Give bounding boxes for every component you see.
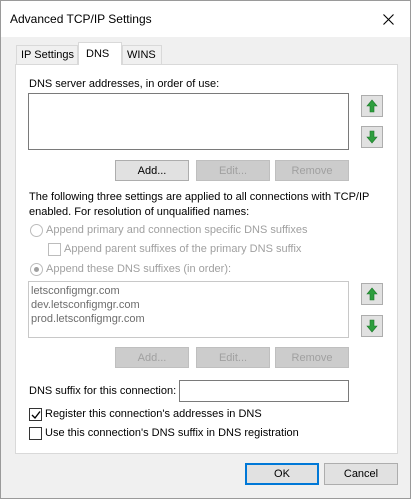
dns-suffix-move-down-button[interactable] — [361, 315, 383, 337]
dns-suffix-list[interactable]: letsconfigmgr.com dev.letsconfigmgr.com … — [28, 281, 349, 338]
advanced-tcpip-dialog: Advanced TCP/IP Settings IP Settings DNS… — [0, 0, 411, 499]
connection-suffix-input[interactable] — [179, 380, 349, 402]
close-icon — [382, 13, 394, 25]
dns-server-edit-button[interactable]: Edit... — [196, 160, 270, 181]
connection-suffix-label: DNS suffix for this connection: — [29, 385, 177, 397]
dns-suffix-remove-button[interactable]: Remove — [275, 347, 349, 368]
dns-server-move-down-button[interactable] — [361, 126, 383, 148]
arrow-down-icon — [366, 130, 378, 144]
arrow-up-icon — [366, 287, 378, 301]
list-item[interactable]: prod.letsconfigmgr.com — [31, 312, 346, 326]
ok-button[interactable]: OK — [245, 463, 319, 485]
radio-selected-dot — [34, 267, 39, 272]
cancel-button[interactable]: Cancel — [324, 463, 398, 485]
tab-ip-settings[interactable]: IP Settings — [16, 45, 78, 65]
dns-suffix-remove-label: Remove — [291, 351, 333, 364]
dns-suffix-edit-button[interactable]: Edit... — [196, 347, 270, 368]
dns-server-remove-button[interactable]: Remove — [275, 160, 349, 181]
window-title: Advanced TCP/IP Settings — [10, 12, 152, 26]
append-parent-label: Append parent suffixes of the primary DN… — [64, 243, 302, 255]
arrow-up-icon — [366, 99, 378, 113]
tab-dns[interactable]: DNS — [78, 42, 122, 65]
use-dns-suffix-checkbox[interactable] — [29, 427, 42, 440]
dns-server-add-label: Add... — [137, 164, 167, 177]
append-parent-checkbox[interactable] — [48, 243, 61, 256]
dns-suffix-add-button[interactable]: Add... — [115, 347, 189, 368]
checkmark-icon — [31, 410, 41, 419]
dns-server-remove-label: Remove — [291, 164, 333, 177]
dns-servers-list[interactable] — [28, 93, 349, 150]
close-button[interactable] — [366, 1, 410, 37]
register-addresses-checkbox[interactable] — [29, 408, 42, 421]
tab-wins[interactable]: WINS — [122, 45, 162, 65]
ok-label: OK — [274, 468, 290, 480]
dns-suffix-edit-label: Edit... — [218, 351, 248, 364]
tab-dns-label: DNS — [86, 48, 110, 60]
tab-wins-label: WINS — [127, 49, 156, 61]
dns-suffix-move-up-button[interactable] — [361, 283, 383, 305]
append-primary-radio[interactable] — [30, 224, 43, 237]
dns-servers-label: DNS server addresses, in order of use: — [29, 78, 220, 90]
title-bar: Advanced TCP/IP Settings — [1, 1, 410, 37]
dns-suffix-add-label: Add... — [137, 351, 167, 364]
dns-server-move-up-button[interactable] — [361, 95, 383, 117]
append-these-radio[interactable] — [30, 263, 43, 276]
resolution-info-text: The following three settings are applied… — [29, 191, 370, 218]
register-addresses-label: Register this connection's addresses in … — [45, 408, 262, 420]
dns-server-add-button[interactable]: Add... — [115, 160, 189, 181]
list-item[interactable]: letsconfigmgr.com — [31, 284, 346, 298]
append-these-label: Append these DNS suffixes (in order): — [46, 263, 232, 275]
tab-ip-settings-label: IP Settings — [21, 49, 74, 61]
append-primary-label: Append primary and connection specific D… — [46, 224, 308, 236]
list-item[interactable]: dev.letsconfigmgr.com — [31, 298, 346, 312]
use-dns-suffix-label: Use this connection's DNS suffix in DNS … — [45, 427, 299, 439]
cancel-label: Cancel — [343, 468, 379, 480]
dns-server-edit-label: Edit... — [218, 164, 248, 177]
arrow-down-icon — [366, 319, 378, 333]
